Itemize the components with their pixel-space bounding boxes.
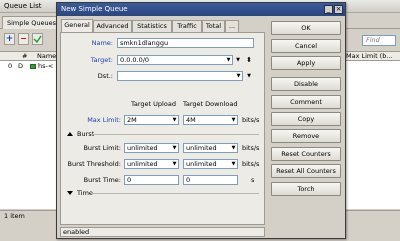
burst-threshold-upload[interactable]: unlimited ▼ [124,159,179,169]
chevron-down-icon[interactable]: ▼ [230,116,237,124]
burst-threshold-unit: bits/s [242,160,260,168]
row-name: hs-< [38,62,54,70]
target-label: Target: [90,56,113,64]
row-flag: D [18,62,24,70]
burst-divider [91,134,259,135]
chevron-down-icon[interactable]: ▼ [171,144,178,152]
max-limit-download[interactable]: 4M ▼ [183,115,238,125]
dst-dropdown-icon[interactable]: ▼ [245,71,253,81]
reset-counters-button[interactable]: Reset Counters [271,147,341,161]
find-input[interactable]: Find [362,35,396,46]
column-name[interactable]: Name [37,52,56,60]
apply-button[interactable]: Apply [271,56,341,70]
column-flags[interactable]: # [22,52,27,60]
target-value: 0.0.0.0/0 [120,56,150,64]
cancel-button[interactable]: Cancel [271,39,341,53]
burst-time-upload[interactable]: 0 [124,175,179,185]
add-icon[interactable]: + [4,33,15,45]
collapse-icon [67,132,73,136]
burst-threshold-label: Burst Threshold: [67,160,121,168]
remove-button[interactable]: Remove [271,129,341,143]
tab-more[interactable]: ... [225,20,239,32]
table-row[interactable]: 0 D hs-< [0,62,62,71]
tab-general[interactable]: General [61,19,93,32]
reset-all-counters-button[interactable]: Reset All Counters [271,164,341,178]
torch-button[interactable]: Torch [271,182,341,196]
disable-button[interactable]: Disable [271,77,341,91]
name-input[interactable]: smkn1dlanggu [117,38,254,48]
max-limit-upload-value: 2M [127,116,137,124]
burst-threshold-upload-value: unlimited [127,160,158,168]
burst-limit-upload-value: unlimited [127,144,158,152]
burst-time-download[interactable]: 0 [183,175,238,185]
comment-button[interactable]: Comment [271,95,341,109]
copy-button[interactable]: Copy [271,112,341,126]
tab-traffic[interactable]: Traffic [172,20,202,32]
chevron-down-icon[interactable]: ▼ [171,160,178,168]
dialog-title: New Simple Queue [57,3,345,16]
chevron-down-icon[interactable]: ▼ [225,56,232,64]
chevron-down-icon[interactable]: ▼ [235,72,242,80]
tab-simple-queues[interactable]: Simple Queues [2,16,62,29]
target-download-header: Target Download [183,100,238,108]
minimize-icon[interactable]: _ [324,5,333,14]
column-max-limit[interactable]: Max Limit (b... [346,52,393,60]
expand-icon [67,191,73,195]
row-number: 0 [8,62,13,70]
target-select[interactable]: 0.0.0.0/0 ▼ [117,55,233,65]
remove-icon[interactable]: − [18,33,29,45]
dst-label: Dst.: [97,72,113,80]
burst-limit-download-value: unlimited [186,144,217,152]
name-label: Name: [91,39,113,47]
check-icon [33,35,42,44]
new-simple-queue-dialog: New Simple Queue _ × General Advanced Sta… [56,2,346,239]
burst-limit-download[interactable]: unlimited ▼ [183,143,238,153]
close-icon[interactable]: × [334,5,343,14]
tab-total[interactable]: Total [202,20,225,32]
target-upload-header: Target Upload [131,100,176,108]
chevron-down-icon[interactable]: ▼ [171,116,178,124]
burst-time-unit: s [251,176,255,184]
burst-threshold-download[interactable]: unlimited ▼ [183,159,238,169]
burst-time-label: Burst Time: [83,176,121,184]
chevron-down-icon[interactable]: ▼ [230,160,237,168]
target-dropdown-icon[interactable]: ▼ [234,55,242,65]
max-limit-label: Max Limit: [87,116,121,124]
burst-limit-upload[interactable]: unlimited ▼ [124,143,179,153]
tab-statistics[interactable]: Statistics [132,20,172,32]
burst-limit-label: Burst Limit: [83,144,121,152]
max-limit-download-value: 4M [186,116,196,124]
window-controls: _ × [323,5,343,14]
time-section-toggle[interactable]: Time [67,188,93,198]
target-spinner-icon[interactable]: ⬍ [245,55,253,65]
general-panel: Name: smkn1dlanggu Target: 0.0.0.0/0 ▼ ▼… [60,32,265,225]
burst-threshold-download-value: unlimited [186,160,217,168]
tab-advanced[interactable]: Advanced [93,20,132,32]
enable-icon[interactable] [32,33,43,45]
dst-select[interactable]: ▼ [117,71,243,81]
dialog-status: enabled [60,227,265,237]
max-limit-upload[interactable]: 2M ▼ [124,115,179,125]
queue-icon [30,64,36,69]
chevron-down-icon[interactable]: ▼ [230,144,237,152]
time-divider [91,193,259,194]
dialog-tabs: General Advanced Statistics Traffic Tota… [61,19,263,32]
burst-limit-unit: bits/s [242,144,260,152]
ok-button[interactable]: OK [271,21,341,35]
max-limit-unit: bits/s [242,116,260,124]
